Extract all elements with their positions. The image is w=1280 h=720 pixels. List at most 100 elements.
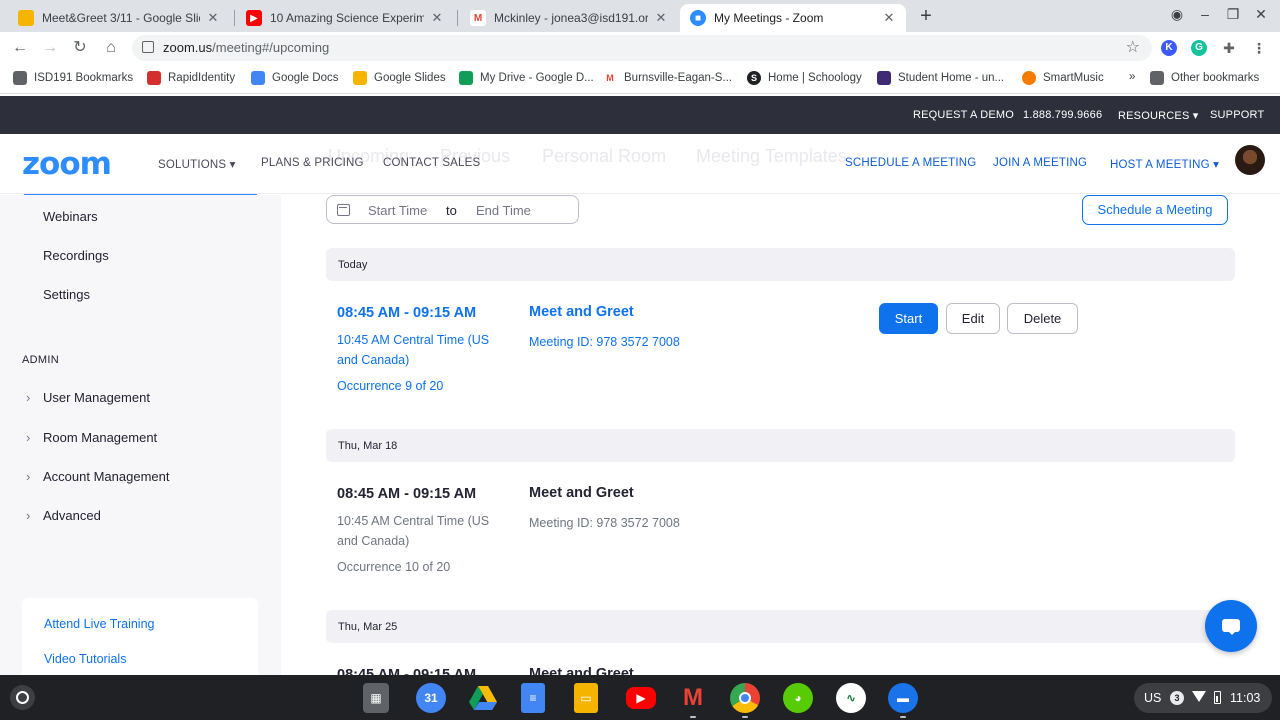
contact-sales-link[interactable]: CONTACT SALES [383, 157, 480, 169]
bookmark-isd191[interactable]: ISD191 Bookmarks [13, 71, 133, 85]
support-link[interactable]: SUPPORT [1210, 109, 1264, 121]
sidebar-item-recordings[interactable]: Recordings [43, 248, 109, 263]
sidebar-item-advanced[interactable]: Advanced [43, 508, 101, 523]
chevron-right-icon: › [26, 508, 31, 523]
bookmark-smartmusic[interactable]: SmartMusic [1022, 71, 1104, 85]
close-icon[interactable]: ✕ [206, 10, 220, 26]
resources-menu[interactable]: RESOURCES ▾ [1118, 109, 1198, 122]
meeting-topic[interactable]: Meet and Greet [529, 304, 634, 320]
solutions-label: SOLUTIONS [158, 159, 227, 171]
profile-menu-icon[interactable]: ◉ [1167, 6, 1187, 23]
docs-icon[interactable]: ≡ [521, 683, 545, 713]
video-tutorials-link[interactable]: Video Tutorials [44, 652, 126, 666]
bookmark-my-drive[interactable]: My Drive - Google D... [459, 71, 594, 85]
gmail-icon[interactable]: M [678, 683, 708, 713]
smartmusic-icon [1022, 71, 1036, 85]
delete-button[interactable]: Delete [1007, 303, 1078, 334]
close-icon[interactable]: ✕ [430, 10, 444, 26]
meeting-time[interactable]: 08:45 AM - 09:15 AM [337, 486, 476, 502]
sidebar-item-user-management[interactable]: User Management [43, 390, 150, 405]
grammarly-icon[interactable]: G [1191, 40, 1207, 56]
start-button[interactable]: Start [879, 303, 938, 334]
overflow-chevron-icon: » [1129, 71, 1136, 83]
bookmark-rapididentity[interactable]: RapidIdentity [147, 71, 235, 85]
bookmarks-overflow-button[interactable]: » [1129, 71, 1135, 83]
site-info-icon[interactable] [142, 41, 154, 53]
schedule-a-meeting-button[interactable]: Schedule a Meeting [1082, 195, 1228, 225]
calendar-icon[interactable]: 31 [416, 683, 446, 713]
minimize-icon[interactable]: – [1195, 6, 1215, 22]
tab-youtube[interactable]: ▶ 10 Amazing Science Experiment ✕ [236, 4, 454, 32]
chat-support-button[interactable] [1205, 600, 1257, 652]
url-text: zoom.us/meeting#/upcoming [163, 40, 330, 55]
zoom-logo[interactable]: zoom [22, 146, 112, 182]
new-tab-button[interactable]: + [916, 5, 936, 28]
host-meeting-menu[interactable]: HOST A MEETING ▾ [1110, 157, 1219, 171]
bookmark-google-slides[interactable]: Google Slides [353, 71, 446, 85]
calculator-icon[interactable]: ▦ [363, 683, 389, 713]
sidebar-item-account-management[interactable]: Account Management [43, 469, 169, 484]
bookmark-student-home[interactable]: Student Home - un... [877, 71, 1004, 85]
bookmark-label: ISD191 Bookmarks [34, 72, 134, 84]
maximize-icon[interactable]: ❐ [1223, 6, 1243, 23]
caret-down-icon: ▾ [1192, 110, 1199, 122]
battery-icon [1214, 691, 1221, 704]
chrome-menu-icon[interactable]: ⋮ [1251, 40, 1267, 56]
forward-icon[interactable]: → [39, 37, 61, 59]
window-close-icon[interactable]: ✕ [1251, 6, 1271, 23]
avatar[interactable] [1235, 145, 1265, 175]
launcher-icon[interactable] [10, 685, 35, 710]
sidebar-item-room-management[interactable]: Room Management [43, 430, 157, 445]
meeting-time[interactable]: 08:45 AM - 09:15 AM [337, 305, 476, 321]
edit-button[interactable]: Edit [946, 303, 1000, 334]
bookmark-label: Google Slides [374, 72, 446, 84]
sidebar-item-webinars[interactable]: Webinars [43, 209, 98, 224]
address-bar[interactable]: zoom.us/meeting#/upcoming ☆ [132, 35, 1152, 61]
bookmark-star-icon[interactable]: ☆ [1126, 37, 1140, 57]
tab-my-meetings-zoom[interactable]: ■ My Meetings - Zoom ✕ [680, 4, 906, 32]
close-icon[interactable]: ✕ [882, 10, 896, 26]
sidebar-item-settings[interactable]: Settings [43, 287, 90, 302]
desmos-icon[interactable]: ∿ [836, 683, 866, 713]
solutions-menu[interactable]: SOLUTIONS ▾ [158, 157, 236, 171]
chrome-icon[interactable] [730, 683, 760, 713]
date-range-filter[interactable]: Start Time to End Time [326, 195, 579, 224]
files-icon[interactable]: ▬ [888, 683, 918, 713]
tab-google-slides[interactable]: Meet&Greet 3/11 - Google Slides ✕ [8, 4, 230, 32]
meeting-timezone[interactable]: 10:45 AM Central Time (US and Canada) [337, 330, 512, 370]
meeting-topic[interactable]: Meet and Greet [529, 485, 634, 501]
join-meeting-link[interactable]: JOIN A MEETING [993, 157, 1087, 169]
host-label: HOST A MEETING [1110, 159, 1210, 171]
start-time-input[interactable]: Start Time [368, 203, 427, 218]
bookmark-label: SmartMusic [1043, 72, 1104, 84]
bookmark-schoology[interactable]: S Home | Schoology [747, 71, 862, 85]
extensions-puzzle-icon[interactable]: ✚ [1221, 40, 1237, 56]
reload-icon[interactable]: ↻ [69, 37, 91, 59]
bookmark-other-bookmarks[interactable]: Other bookmarks [1150, 71, 1259, 85]
meeting-occurrence[interactable]: Occurrence 9 of 20 [337, 379, 443, 393]
extension-k-icon[interactable]: K [1161, 40, 1177, 56]
plans-pricing-link[interactable]: PLANS & PRICING [261, 157, 364, 169]
end-time-input[interactable]: End Time [476, 203, 531, 218]
request-demo-link[interactable]: REQUEST A DEMO [913, 109, 1014, 121]
schedule-meeting-link[interactable]: SCHEDULE A MEETING [845, 157, 976, 169]
home-icon[interactable]: ⌂ [100, 37, 122, 59]
calendar-icon [337, 204, 350, 216]
bookmark-label: Other bookmarks [1171, 72, 1260, 84]
back-icon[interactable]: ← [9, 37, 31, 59]
drive-icon[interactable] [468, 683, 498, 713]
status-tray[interactable]: US 3 11:03 [1134, 683, 1272, 713]
bookmark-google-docs[interactable]: Google Docs [251, 71, 338, 85]
close-icon[interactable]: ✕ [654, 10, 668, 26]
day-header: Thu, Mar 25 [326, 610, 1235, 643]
phone-number[interactable]: 1.888.799.9666 [1023, 109, 1102, 121]
meeting-id[interactable]: Meeting ID: 978 3572 7008 [529, 335, 680, 349]
running-indicator [690, 716, 696, 718]
attend-live-training-link[interactable]: Attend Live Training [44, 617, 155, 631]
duolingo-icon[interactable]: ◕ [783, 683, 813, 713]
tab-gmail[interactable]: M Mckinley - jonea3@isd191.org - I ✕ [460, 4, 678, 32]
bookmark-burnsville[interactable]: M Burnsville-Eagan-S... [603, 71, 732, 85]
slides-icon[interactable]: ▭ [574, 683, 598, 713]
youtube-icon[interactable]: ▶ [626, 687, 656, 709]
slides-icon [18, 10, 34, 26]
